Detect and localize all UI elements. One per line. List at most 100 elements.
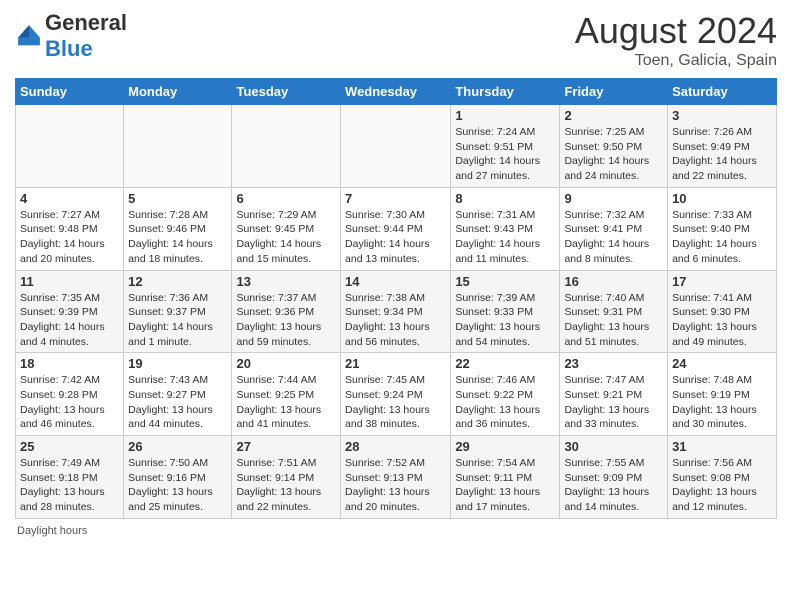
day-info: Sunrise: 7:28 AMSunset: 9:46 PMDaylight:… xyxy=(128,208,227,267)
col-sunday: Sunday xyxy=(16,79,124,105)
calendar-cell: 19 Sunrise: 7:43 AMSunset: 9:27 PMDayligh… xyxy=(124,353,232,436)
header: General Blue August 2024 Toen, Galicia, … xyxy=(15,10,777,70)
day-info: Sunrise: 7:52 AMSunset: 9:13 PMDaylight:… xyxy=(345,456,446,515)
col-tuesday: Tuesday xyxy=(232,79,341,105)
day-info: Sunrise: 7:56 AMSunset: 9:08 PMDaylight:… xyxy=(672,456,772,515)
col-saturday: Saturday xyxy=(668,79,777,105)
calendar-cell: 20 Sunrise: 7:44 AMSunset: 9:25 PMDayligh… xyxy=(232,353,341,436)
calendar-cell: 11 Sunrise: 7:35 AMSunset: 9:39 PMDayligh… xyxy=(16,270,124,353)
day-info: Sunrise: 7:51 AMSunset: 9:14 PMDaylight:… xyxy=(236,456,336,515)
day-number: 13 xyxy=(236,274,336,289)
logo-text: General Blue xyxy=(45,10,127,62)
day-number: 23 xyxy=(564,356,663,371)
location-subtitle: Toen, Galicia, Spain xyxy=(575,52,777,70)
logo-area: General Blue xyxy=(15,10,127,62)
day-number: 19 xyxy=(128,356,227,371)
day-info: Sunrise: 7:31 AMSunset: 9:43 PMDaylight:… xyxy=(455,208,555,267)
calendar-cell: 15 Sunrise: 7:39 AMSunset: 9:33 PMDayligh… xyxy=(451,270,560,353)
calendar-cell: 30 Sunrise: 7:55 AMSunset: 9:09 PMDayligh… xyxy=(560,436,668,519)
day-info: Sunrise: 7:37 AMSunset: 9:36 PMDaylight:… xyxy=(236,291,336,350)
day-number: 10 xyxy=(672,191,772,206)
calendar-cell xyxy=(232,105,341,188)
calendar-week-row: 25Sunrise: 7:49 AMSunset: 9:18 PMDayligh… xyxy=(16,436,777,519)
calendar-cell: 13 Sunrise: 7:37 AMSunset: 9:36 PMDayligh… xyxy=(232,270,341,353)
calendar-cell: 5Sunrise: 7:28 AMSunset: 9:46 PMDaylight… xyxy=(124,187,232,270)
day-number: 15 xyxy=(455,274,555,289)
day-number: 4 xyxy=(20,191,119,206)
day-info: Sunrise: 7:54 AMSunset: 9:11 PMDaylight:… xyxy=(455,456,555,515)
day-info: Sunrise: 7:47 AMSunset: 9:21 PMDaylight:… xyxy=(564,373,663,432)
col-monday: Monday xyxy=(124,79,232,105)
day-number: 12 xyxy=(128,274,227,289)
day-number: 24 xyxy=(672,356,772,371)
calendar-table: Sunday Monday Tuesday Wednesday Thursday… xyxy=(15,78,777,519)
day-number: 18 xyxy=(20,356,119,371)
day-number: 26 xyxy=(128,439,227,454)
day-number: 7 xyxy=(345,191,446,206)
calendar-cell: 24Sunrise: 7:48 AMSunset: 9:19 PMDayligh… xyxy=(668,353,777,436)
daylight-label: Daylight hours xyxy=(17,525,87,537)
day-info: Sunrise: 7:38 AMSunset: 9:34 PMDaylight:… xyxy=(345,291,446,350)
day-info: Sunrise: 7:44 AMSunset: 9:25 PMDaylight:… xyxy=(236,373,336,432)
day-number: 9 xyxy=(564,191,663,206)
calendar-cell: 8 Sunrise: 7:31 AMSunset: 9:43 PMDaylight… xyxy=(451,187,560,270)
calendar-cell xyxy=(16,105,124,188)
calendar-header-row: Sunday Monday Tuesday Wednesday Thursday… xyxy=(16,79,777,105)
calendar-cell: 10Sunrise: 7:33 AMSunset: 9:40 PMDayligh… xyxy=(668,187,777,270)
day-info: Sunrise: 7:55 AMSunset: 9:09 PMDaylight:… xyxy=(564,456,663,515)
day-info: Sunrise: 7:43 AMSunset: 9:27 PMDaylight:… xyxy=(128,373,227,432)
calendar-cell: 22Sunrise: 7:46 AMSunset: 9:22 PMDayligh… xyxy=(451,353,560,436)
day-info: Sunrise: 7:36 AMSunset: 9:37 PMDaylight:… xyxy=(128,291,227,350)
calendar-cell: 4Sunrise: 7:27 AMSunset: 9:48 PMDaylight… xyxy=(16,187,124,270)
calendar-week-row: 1 Sunrise: 7:24 AMSunset: 9:51 PMDaylight… xyxy=(16,105,777,188)
calendar-cell: 14 Sunrise: 7:38 AMSunset: 9:34 PMDayligh… xyxy=(341,270,451,353)
calendar-week-row: 18 Sunrise: 7:42 AMSunset: 9:28 PMDayligh… xyxy=(16,353,777,436)
day-info: Sunrise: 7:30 AMSunset: 9:44 PMDaylight:… xyxy=(345,208,446,267)
footer: Daylight hours xyxy=(15,525,777,537)
day-number: 25 xyxy=(20,439,119,454)
day-number: 16 xyxy=(564,274,663,289)
calendar-cell: 25Sunrise: 7:49 AMSunset: 9:18 PMDayligh… xyxy=(16,436,124,519)
calendar-cell: 29 Sunrise: 7:54 AMSunset: 9:11 PMDayligh… xyxy=(451,436,560,519)
calendar-cell: 9Sunrise: 7:32 AMSunset: 9:41 PMDaylight… xyxy=(560,187,668,270)
day-number: 29 xyxy=(455,439,555,454)
day-number: 27 xyxy=(236,439,336,454)
calendar-cell: 12 Sunrise: 7:36 AMSunset: 9:37 PMDayligh… xyxy=(124,270,232,353)
day-info: Sunrise: 7:42 AMSunset: 9:28 PMDaylight:… xyxy=(20,373,119,432)
day-info: Sunrise: 7:39 AMSunset: 9:33 PMDaylight:… xyxy=(455,291,555,350)
day-info: Sunrise: 7:24 AMSunset: 9:51 PMDaylight:… xyxy=(455,125,555,184)
day-number: 28 xyxy=(345,439,446,454)
day-info: Sunrise: 7:29 AMSunset: 9:45 PMDaylight:… xyxy=(236,208,336,267)
col-friday: Friday xyxy=(560,79,668,105)
calendar-cell: 2 Sunrise: 7:25 AMSunset: 9:50 PMDaylight… xyxy=(560,105,668,188)
day-info: Sunrise: 7:35 AMSunset: 9:39 PMDaylight:… xyxy=(20,291,119,350)
day-info: Sunrise: 7:25 AMSunset: 9:50 PMDaylight:… xyxy=(564,125,663,184)
day-number: 17 xyxy=(672,274,772,289)
day-number: 30 xyxy=(564,439,663,454)
calendar-cell xyxy=(124,105,232,188)
day-number: 2 xyxy=(564,108,663,123)
day-info: Sunrise: 7:26 AMSunset: 9:49 PMDaylight:… xyxy=(672,125,772,184)
logo-icon xyxy=(15,22,43,50)
day-number: 3 xyxy=(672,108,772,123)
day-info: Sunrise: 7:46 AMSunset: 9:22 PMDaylight:… xyxy=(455,373,555,432)
calendar-cell: 18 Sunrise: 7:42 AMSunset: 9:28 PMDayligh… xyxy=(16,353,124,436)
calendar-week-row: 4Sunrise: 7:27 AMSunset: 9:48 PMDaylight… xyxy=(16,187,777,270)
day-number: 1 xyxy=(455,108,555,123)
page: General Blue August 2024 Toen, Galicia, … xyxy=(0,0,792,547)
day-number: 8 xyxy=(455,191,555,206)
calendar-cell: 17Sunrise: 7:41 AMSunset: 9:30 PMDayligh… xyxy=(668,270,777,353)
calendar-cell: 23 Sunrise: 7:47 AMSunset: 9:21 PMDayligh… xyxy=(560,353,668,436)
day-number: 20 xyxy=(236,356,336,371)
day-number: 11 xyxy=(20,274,119,289)
calendar-cell: 7 Sunrise: 7:30 AMSunset: 9:44 PMDaylight… xyxy=(341,187,451,270)
day-number: 21 xyxy=(345,356,446,371)
calendar-cell: 1 Sunrise: 7:24 AMSunset: 9:51 PMDaylight… xyxy=(451,105,560,188)
calendar-cell: 3 Sunrise: 7:26 AMSunset: 9:49 PMDaylight… xyxy=(668,105,777,188)
col-thursday: Thursday xyxy=(451,79,560,105)
month-title: August 2024 xyxy=(575,10,777,52)
calendar-week-row: 11 Sunrise: 7:35 AMSunset: 9:39 PMDayligh… xyxy=(16,270,777,353)
day-info: Sunrise: 7:40 AMSunset: 9:31 PMDaylight:… xyxy=(564,291,663,350)
day-number: 14 xyxy=(345,274,446,289)
day-info: Sunrise: 7:50 AMSunset: 9:16 PMDaylight:… xyxy=(128,456,227,515)
